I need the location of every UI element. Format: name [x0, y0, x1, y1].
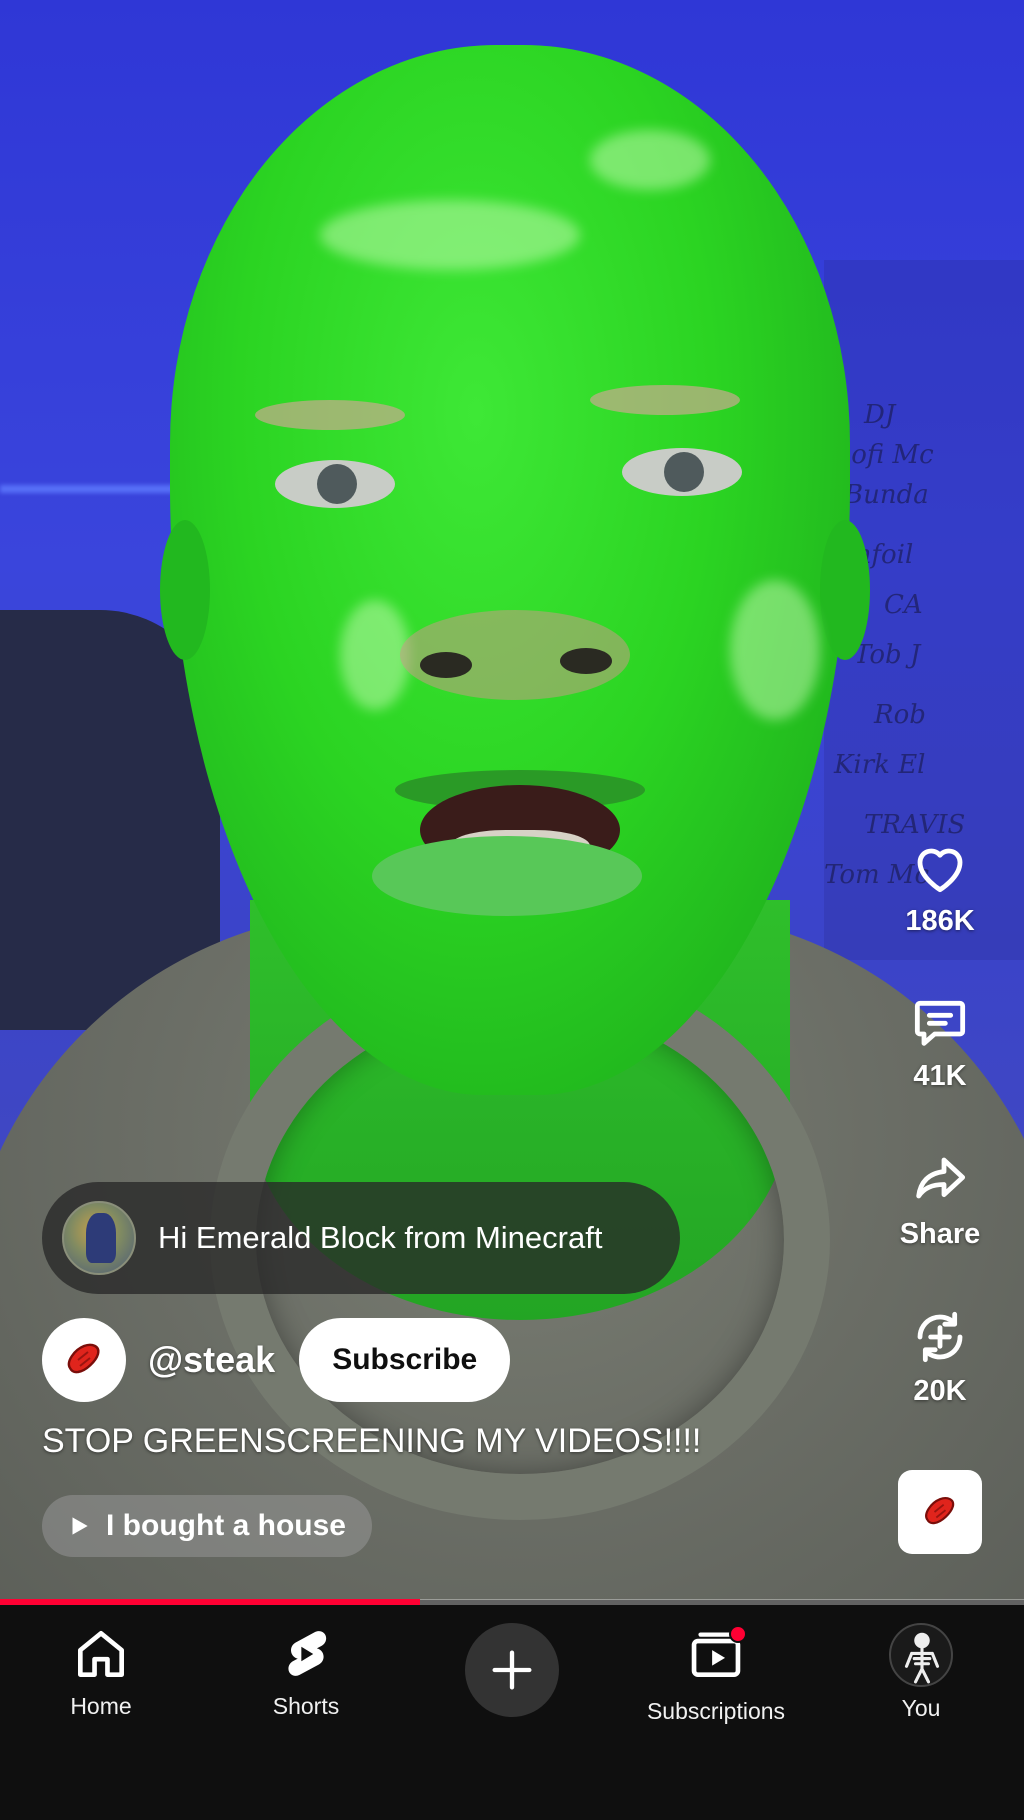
skeleton-icon	[904, 1632, 940, 1684]
nav-you[interactable]: You	[831, 1623, 1011, 1722]
channel-handle[interactable]: @steak	[148, 1339, 275, 1381]
channel-avatar[interactable]	[42, 1318, 126, 1402]
remix-count: 20K	[913, 1375, 967, 1407]
cheek-shine	[730, 580, 820, 720]
nav-home-label: Home	[70, 1693, 132, 1719]
pinned-comment-text: Hi Emerald Block from Minecraft	[158, 1220, 603, 1255]
home-icon	[78, 1631, 124, 1677]
comment-count: 41K	[913, 1060, 967, 1092]
remix-button[interactable]: 20K	[880, 1305, 1000, 1408]
create-button[interactable]	[465, 1623, 559, 1717]
sound-button[interactable]	[898, 1470, 982, 1554]
share-label: Share	[899, 1218, 981, 1250]
nav-subscriptions[interactable]: Subscriptions	[626, 1623, 806, 1725]
head-shine	[320, 200, 580, 270]
related-video-link[interactable]: I bought a house	[42, 1495, 372, 1557]
head-shine	[590, 130, 710, 190]
ear-left	[160, 520, 210, 660]
commenter-avatar	[62, 1201, 136, 1275]
nav-subscriptions-label: Subscriptions	[646, 1698, 786, 1724]
lower-lip	[372, 836, 642, 916]
subscriptions-icon-wrap	[685, 1623, 747, 1690]
notification-dot	[729, 1625, 747, 1643]
bottom-nav: Home Shorts Subscriptions You	[0, 1605, 1024, 1820]
comment-button[interactable]: 41K	[880, 990, 1000, 1093]
comment-icon	[914, 1000, 966, 1046]
remix-icon	[917, 1311, 963, 1363]
brow-right	[590, 385, 740, 415]
nav-shorts-label: Shorts	[272, 1693, 340, 1719]
like-button[interactable]: 186K	[880, 835, 1000, 938]
ear-right	[820, 520, 870, 660]
pinned-comment[interactable]: Hi Emerald Block from Minecraft	[42, 1182, 680, 1294]
related-video-label: I bought a house	[106, 1509, 346, 1542]
eye-left	[275, 460, 395, 508]
brow-left	[255, 400, 405, 430]
share-arrow-icon	[916, 1157, 966, 1199]
play-icon	[72, 1517, 88, 1535]
nostril-right	[560, 648, 612, 674]
shorts-icon	[288, 1631, 327, 1676]
steak-icon	[67, 1343, 100, 1374]
avatar	[889, 1623, 953, 1687]
nostril-left	[420, 652, 472, 678]
share-button[interactable]: Share	[880, 1148, 1000, 1251]
heart-icon	[917, 848, 963, 893]
nav-shorts[interactable]: Shorts	[216, 1623, 396, 1720]
nav-you-label: You	[901, 1695, 941, 1721]
video-title[interactable]: STOP GREENSCREENING MY VIDEOS!!!!	[42, 1422, 701, 1461]
eye-right	[622, 448, 742, 496]
nav-home[interactable]: Home	[11, 1623, 191, 1720]
steak-icon	[925, 1497, 955, 1525]
plus-icon	[492, 1650, 532, 1690]
subscribe-button[interactable]: Subscribe	[299, 1318, 511, 1402]
channel-row: @steak Subscribe	[42, 1318, 511, 1402]
like-count: 186K	[905, 905, 975, 937]
